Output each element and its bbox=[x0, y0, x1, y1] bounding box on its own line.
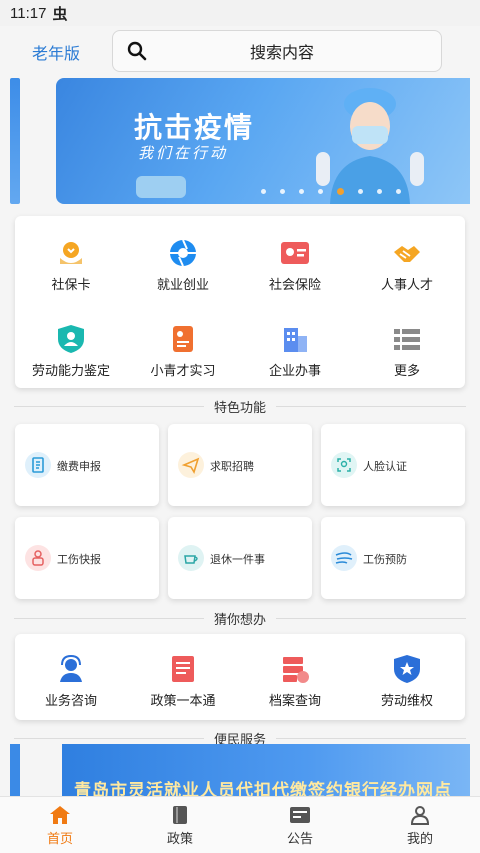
carousel-dot[interactable] bbox=[280, 189, 285, 194]
elder-mode-button[interactable]: 老年版 bbox=[32, 40, 80, 64]
paper-plane-icon bbox=[178, 452, 204, 478]
injury-icon bbox=[25, 545, 51, 571]
list-icon bbox=[394, 329, 420, 350]
guess-card: 业务咨询 政策一本通 档案查询 劳动维权 bbox=[15, 634, 465, 720]
mask-illustration bbox=[136, 176, 186, 198]
service-label: 企业办事 bbox=[268, 363, 321, 378]
building-icon bbox=[284, 328, 307, 352]
banner-subtitle: 我们在行动 bbox=[138, 145, 229, 162]
feature-retirement[interactable]: 退休一件事 bbox=[168, 517, 312, 599]
feature-injury-prevention[interactable]: 工伤预防 bbox=[321, 517, 465, 599]
resume-icon bbox=[173, 326, 193, 352]
search-icon bbox=[127, 41, 147, 61]
section-title: 特色功能 bbox=[203, 397, 277, 416]
guess-label: 政策一本通 bbox=[150, 693, 216, 708]
service-personnel[interactable]: 人事人才 bbox=[351, 238, 463, 293]
archive-icon bbox=[283, 657, 309, 683]
service-labor-ability-assessment[interactable]: 劳动能力鉴定 bbox=[15, 324, 127, 379]
service-label: 更多 bbox=[393, 363, 420, 378]
carousel-dot[interactable] bbox=[358, 189, 363, 194]
carousel-dot-active[interactable] bbox=[337, 188, 344, 195]
tea-cup-icon bbox=[178, 545, 204, 571]
tab-home[interactable]: 首页 bbox=[20, 805, 100, 847]
carousel-banner[interactable]: 抗击疫情 我们在行动 bbox=[56, 78, 470, 204]
guess-labor-rights[interactable]: 劳动维权 bbox=[351, 654, 463, 709]
wind-icon bbox=[331, 545, 357, 571]
guess-label: 档案查询 bbox=[268, 693, 321, 708]
carousel-dot[interactable] bbox=[318, 189, 323, 194]
notice-icon bbox=[290, 807, 310, 823]
id-card-icon bbox=[281, 242, 309, 264]
convenience-banner[interactable]: 青岛市灵活就业人员代扣代缴签约银行经办网点 bbox=[62, 744, 470, 796]
services-card: 社保卡 就业创业 社会保险 人事人才 劳动能力鉴定 小青才实习 企业办事 更多 bbox=[15, 216, 465, 388]
carousel-dot[interactable] bbox=[261, 189, 266, 194]
convenience-prev-edge[interactable] bbox=[10, 744, 20, 796]
tab-notice[interactable]: 公告 bbox=[260, 805, 340, 847]
feature-injury-report[interactable]: 工伤快报 bbox=[15, 517, 159, 599]
guess-label: 劳动维权 bbox=[380, 693, 433, 708]
feature-payment-declaration[interactable]: 缴费申报 bbox=[15, 424, 159, 506]
tab-profile[interactable]: 我的 bbox=[380, 805, 460, 847]
feature-job-recruitment[interactable]: 求职招聘 bbox=[168, 424, 312, 506]
carousel-dot[interactable] bbox=[299, 189, 304, 194]
guess-archive-query[interactable]: 档案查询 bbox=[239, 654, 351, 709]
headset-agent-icon bbox=[60, 654, 82, 682]
feature-label: 缴费申报 bbox=[57, 461, 101, 473]
shield-badge-icon bbox=[394, 655, 420, 683]
tab-label: 政策 bbox=[166, 831, 193, 846]
service-label: 人事人才 bbox=[380, 277, 433, 292]
service-label: 社保卡 bbox=[51, 277, 91, 292]
book-icon bbox=[172, 656, 194, 682]
feature-label: 工伤快报 bbox=[57, 554, 101, 566]
guess-label: 业务咨询 bbox=[44, 693, 97, 708]
section-guess: 猜你想办 bbox=[14, 609, 466, 628]
face-scan-icon bbox=[331, 452, 357, 478]
status-bar: 11:17 虫 bbox=[0, 0, 480, 26]
aperture-icon bbox=[170, 239, 196, 267]
section-title: 猜你想办 bbox=[203, 609, 277, 628]
service-more[interactable]: 更多 bbox=[351, 324, 463, 379]
service-employment[interactable]: 就业创业 bbox=[127, 238, 239, 293]
user-icon bbox=[410, 806, 430, 825]
guess-policy-guide[interactable]: 政策一本通 bbox=[127, 654, 239, 709]
tab-label: 首页 bbox=[46, 831, 73, 846]
banner-prev-edge[interactable] bbox=[10, 78, 20, 204]
carousel-indicator bbox=[261, 188, 401, 195]
carousel-dot[interactable] bbox=[377, 189, 382, 194]
feature-label: 工伤预防 bbox=[363, 554, 407, 566]
nurse-illustration bbox=[316, 88, 424, 204]
top-bar: 老年版 搜索内容 bbox=[0, 26, 480, 78]
bottom-tab-bar: 首页 政策 公告 我的 bbox=[0, 796, 480, 853]
feature-face-auth[interactable]: 人脸认证 bbox=[321, 424, 465, 506]
feature-label: 退休一件事 bbox=[210, 554, 265, 566]
bug-icon: 虫 bbox=[52, 5, 68, 23]
feature-label: 人脸认证 bbox=[363, 461, 407, 473]
book-tab-icon bbox=[173, 806, 187, 824]
search-box[interactable]: 搜索内容 bbox=[112, 30, 442, 72]
service-label: 劳动能力鉴定 bbox=[31, 363, 110, 378]
service-label: 就业创业 bbox=[156, 277, 209, 292]
tab-policy[interactable]: 政策 bbox=[140, 805, 220, 847]
banner-title: 抗击疫情 bbox=[134, 112, 255, 143]
shield-person-icon bbox=[58, 325, 84, 353]
service-label: 小青才实习 bbox=[150, 363, 216, 378]
service-social-insurance[interactable]: 社会保险 bbox=[239, 238, 351, 293]
search-placeholder: 搜索内容 bbox=[249, 45, 314, 62]
service-internship[interactable]: 小青才实习 bbox=[127, 324, 239, 379]
bill-icon bbox=[25, 452, 51, 478]
service-social-security-card[interactable]: 社保卡 bbox=[15, 238, 127, 293]
feature-label: 求职招聘 bbox=[210, 461, 254, 473]
service-enterprise[interactable]: 企业办事 bbox=[239, 324, 351, 379]
home-icon bbox=[50, 806, 70, 824]
section-featured: 特色功能 bbox=[14, 397, 466, 416]
tab-label: 公告 bbox=[286, 831, 313, 846]
service-label: 社会保险 bbox=[268, 277, 321, 292]
carousel-dot[interactable] bbox=[396, 189, 401, 194]
tab-label: 我的 bbox=[406, 831, 433, 846]
guess-business-consult[interactable]: 业务咨询 bbox=[15, 654, 127, 709]
handshake-icon bbox=[394, 246, 420, 262]
convenience-banner-text: 青岛市灵活就业人员代扣代缴签约银行经办网点 bbox=[74, 781, 452, 796]
status-time: 11:17 bbox=[10, 4, 47, 22]
hands-heart-icon bbox=[60, 242, 82, 264]
